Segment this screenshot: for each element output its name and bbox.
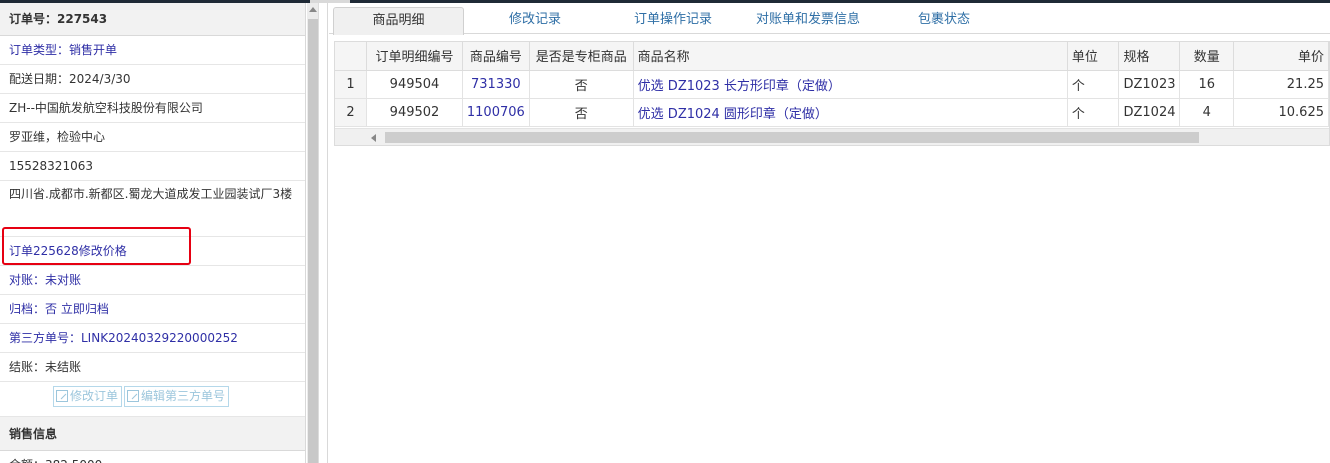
settle-status: 结账：未结账: [0, 353, 305, 382]
unit: 个: [1067, 70, 1120, 99]
product-id-link[interactable]: 731330: [462, 70, 530, 99]
edit-order-label: 修改订单: [70, 389, 119, 403]
left-panel-scrollbar[interactable]: [307, 3, 319, 463]
scroll-thumb[interactable]: [308, 19, 318, 463]
product-detail-grid: 订单明细编号 商品编号 是否是专柜商品 商品名称 单位 规格 数量 单价 1 9…: [334, 41, 1330, 146]
scroll-left-arrow-icon[interactable]: [371, 134, 376, 142]
col-header-counter-product[interactable]: 是否是专柜商品: [529, 42, 634, 71]
highlight-box: [2, 227, 191, 265]
horizontal-scroll-thumb[interactable]: [385, 132, 1199, 143]
row-number: 1: [335, 70, 368, 99]
counter-product: 否: [529, 70, 634, 99]
tab-statement-invoice[interactable]: 对账单和发票信息: [743, 7, 873, 35]
third-party-order-number: 第三方单号：LINK20240329220000252: [0, 324, 305, 353]
company-name: ZH--中国航发航空科技股份有限公司: [0, 94, 305, 123]
detail-id: 949502: [366, 98, 463, 127]
unit: 个: [1067, 98, 1120, 127]
product-name-link[interactable]: 优选 DZ1024 圆形印章（定做）: [633, 98, 1068, 127]
col-header-product-id[interactable]: 商品编号: [462, 42, 530, 71]
table-row[interactable]: 2 949502 1100706 否 优选 DZ1024 圆形印章（定做） 个 …: [335, 98, 1329, 127]
edit-icon: [127, 390, 140, 402]
product-id-link[interactable]: 1100706: [462, 98, 530, 127]
edit-third-party-button[interactable]: 编辑第三方单号: [124, 386, 230, 407]
quantity: 4: [1179, 98, 1234, 127]
spec: DZ1023: [1118, 70, 1181, 99]
edit-icon: [56, 390, 68, 402]
table-row[interactable]: 1 949504 731330 否 优选 DZ1023 长方形印章（定做） 个 …: [335, 70, 1329, 99]
phone-number: 15528321063: [0, 152, 305, 181]
order-type: 订单类型：销售开单: [0, 36, 305, 65]
horizontal-scrollbar[interactable]: [335, 128, 1329, 145]
quantity: 16: [1179, 70, 1234, 99]
tab-package-status[interactable]: 包裹状态: [899, 7, 989, 35]
col-header-unit-price[interactable]: 单价: [1233, 42, 1329, 71]
col-header-detail-id[interactable]: 订单明细编号: [366, 42, 463, 71]
archive-value: 否: [45, 302, 58, 316]
counter-product: 否: [529, 98, 634, 127]
order-number-header: 订单号：227543: [0, 3, 305, 36]
col-header-unit[interactable]: 单位: [1067, 42, 1120, 71]
tab-order-operation-records[interactable]: 订单操作记录: [613, 7, 733, 35]
spec: DZ1024: [1118, 98, 1181, 127]
action-buttons: 修改订单 编辑第三方单号: [0, 382, 305, 417]
product-table: 订单明细编号 商品编号 是否是专柜商品 商品名称 单位 规格 数量 单价 1 9…: [335, 42, 1329, 127]
archive-now-link[interactable]: 立即归档: [61, 302, 109, 316]
delivery-date: 配送日期：2024/3/30: [0, 65, 305, 94]
archive-label: 归档：: [9, 302, 46, 316]
table-header-row: 订单明细编号 商品编号 是否是专柜商品 商品名称 单位 规格 数量 单价: [335, 42, 1329, 71]
panel-divider: [327, 3, 328, 463]
col-header-product-name[interactable]: 商品名称: [633, 42, 1068, 71]
tab-modification-records[interactable]: 修改记录: [481, 7, 589, 35]
row-number: 2: [335, 98, 368, 127]
reconcile-status: 对账：未对账: [0, 266, 305, 295]
detail-id: 949504: [366, 70, 463, 99]
archive-status: 归档：否 立即归档: [0, 295, 305, 324]
balance-amount: 余额：382.5000: [0, 451, 305, 463]
contact-person: 罗亚维，检验中心: [0, 123, 305, 152]
unit-price: 10.625: [1233, 98, 1329, 127]
tab-bar: 商品明细 修改记录 订单操作记录 对账单和发票信息 包裹状态: [329, 3, 1330, 35]
col-header-quantity[interactable]: 数量: [1179, 42, 1234, 71]
col-header-spec[interactable]: 规格: [1118, 42, 1181, 71]
edit-third-party-label: 编辑第三方单号: [141, 389, 226, 403]
tab-product-details[interactable]: 商品明细: [333, 7, 464, 35]
scroll-up-arrow-icon[interactable]: [309, 5, 317, 13]
edit-order-button[interactable]: 修改订单: [53, 386, 123, 407]
product-name-link[interactable]: 优选 DZ1023 长方形印章（定做）: [633, 70, 1068, 99]
unit-price: 21.25: [1233, 70, 1329, 99]
col-header-rownum: [335, 42, 368, 71]
sales-info-header: 销售信息: [0, 417, 305, 451]
